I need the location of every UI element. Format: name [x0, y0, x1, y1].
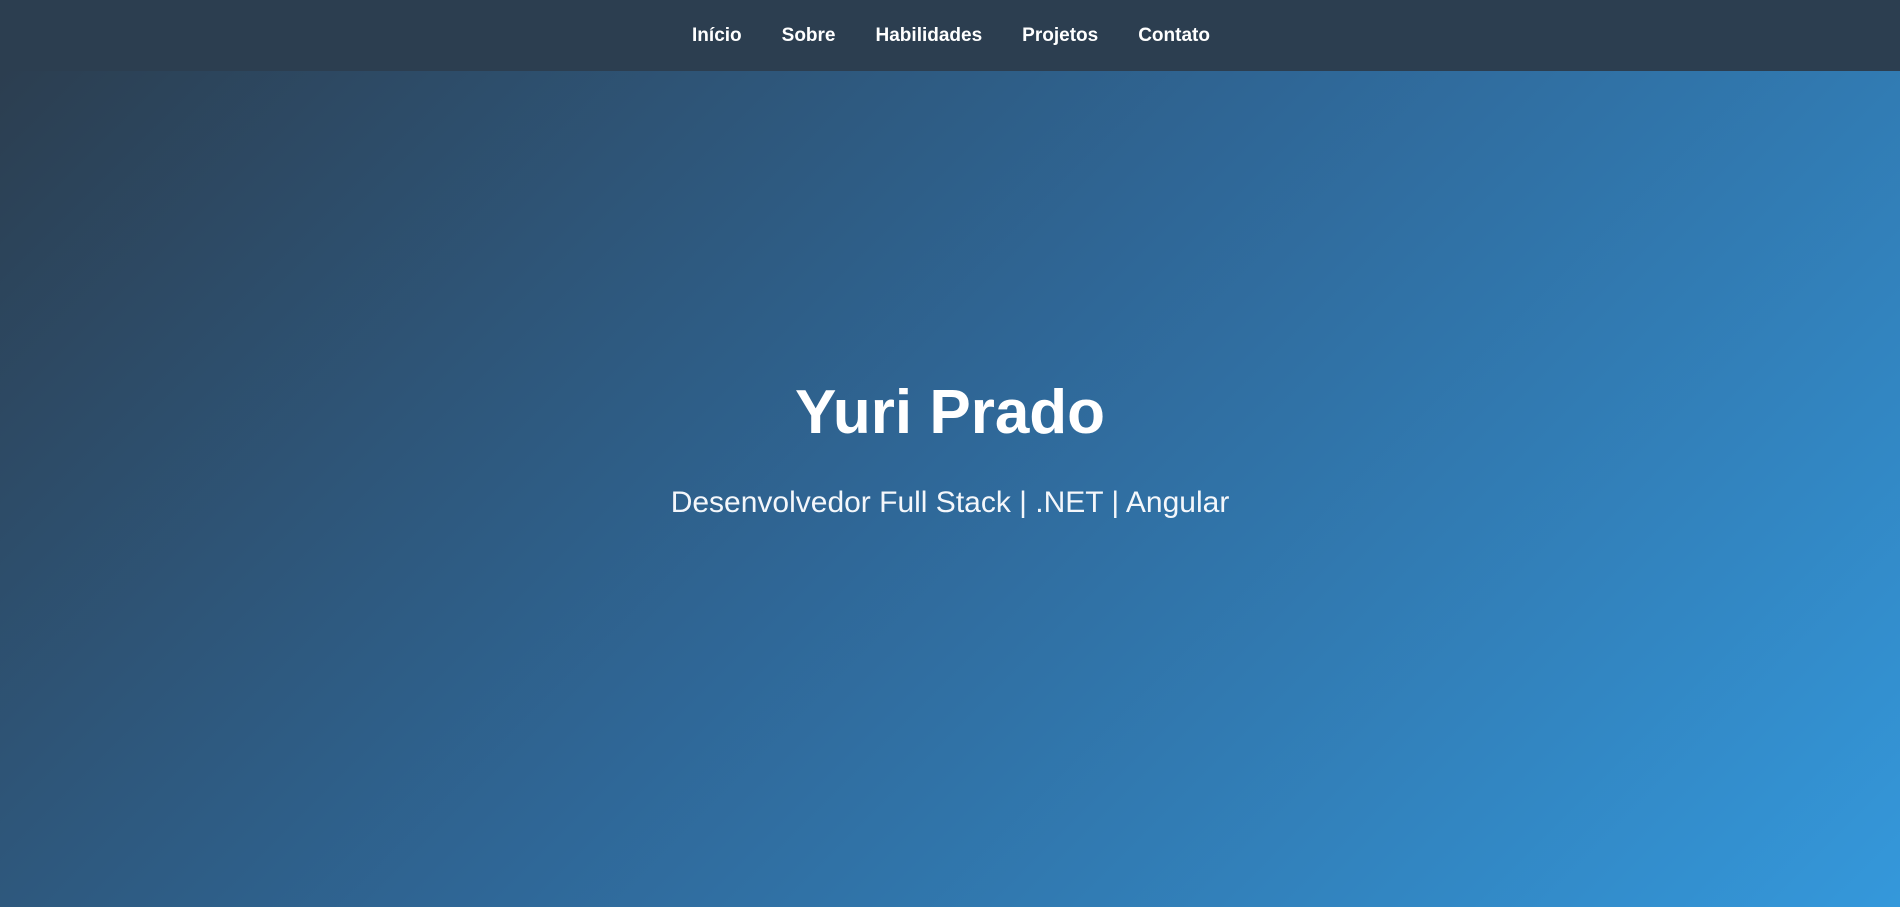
hero-subtitle: Desenvolvedor Full Stack | .NET | Angula… — [670, 485, 1230, 519]
navigation-links: Início Sobre Habilidades Projetos Contat… — [672, 18, 1230, 53]
nav-link-habilidades[interactable]: Habilidades — [856, 18, 1003, 53]
hero-content: Yuri Prado Desenvolvedor Full Stack | .N… — [671, 377, 1230, 520]
nav-link-sobre[interactable]: Sobre — [762, 18, 856, 53]
hero-section: Yuri Prado Desenvolvedor Full Stack | .N… — [0, 71, 1900, 907]
hero-title: Yuri Prado — [794, 378, 1106, 448]
top-navigation: Início Sobre Habilidades Projetos Contat… — [0, 0, 1900, 71]
nav-link-inicio[interactable]: Início — [672, 18, 762, 53]
nav-link-projetos[interactable]: Projetos — [1002, 18, 1118, 53]
nav-link-contato[interactable]: Contato — [1118, 18, 1230, 53]
